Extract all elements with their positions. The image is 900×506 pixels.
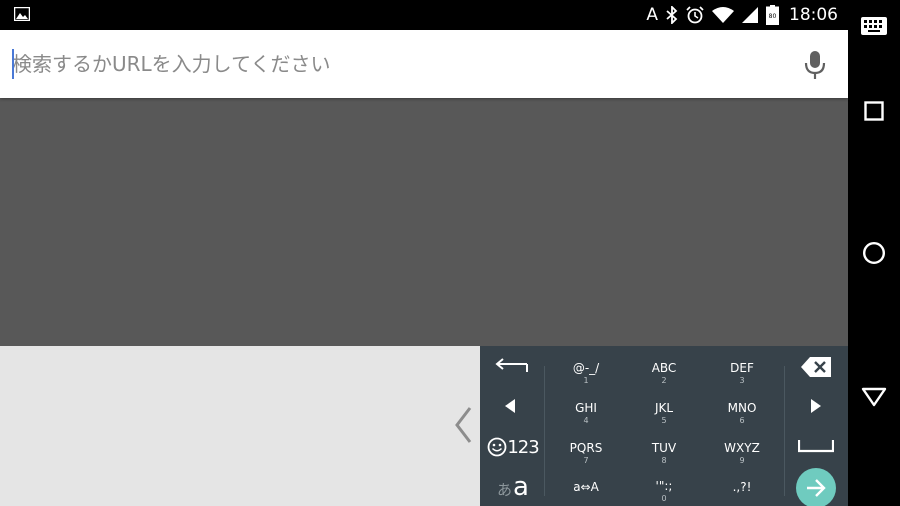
recents-icon [864,101,884,121]
key-1[interactable]: @-_/1 [546,358,626,388]
keyboard-switch-button[interactable] [848,12,900,40]
key-7[interactable]: PQRS 7 [546,438,626,468]
space-icon[interactable] [798,439,834,453]
key-0[interactable]: '":; 0 [624,476,704,506]
cursor-right-icon[interactable] [810,398,822,414]
image-icon [14,7,30,21]
page-content [0,98,848,346]
search-input[interactable] [12,48,782,80]
mode-kana-label: あ [497,481,513,499]
recents-button[interactable] [848,96,900,126]
emoji-key-label: 123 [507,436,539,458]
key-case-toggle[interactable]: a⇔A [546,474,626,500]
battery-level: 80 [769,13,777,20]
undo-arrow-icon[interactable] [494,358,528,374]
back-icon [861,387,887,407]
flick-keyboard: 123 あ a @-_/1 ABC 2 DEF 3 GHI 4 JKL 5 MNO 6 P… [480,346,848,506]
key-2[interactable]: ABC 2 [624,358,704,388]
status-icons: A 80 18:06 [646,0,838,30]
lower-panel [0,346,480,506]
arrow-right-icon [807,479,826,497]
key-punctuation[interactable]: .,?! [702,474,782,500]
cursor-left-icon[interactable] [504,398,516,414]
key-3[interactable]: DEF 3 [702,358,782,388]
home-icon [862,241,886,265]
search-bar [0,30,848,98]
mode-alpha-label: a [513,472,529,502]
keyboard-separator [784,366,785,496]
back-button[interactable] [848,382,900,412]
home-button[interactable] [848,238,900,268]
wifi-icon [712,7,734,23]
bluetooth-icon [666,6,678,24]
microphone-icon[interactable] [802,50,828,80]
keyboard-icon [861,17,887,35]
key-6[interactable]: MNO 6 [702,398,782,428]
alarm-icon [686,6,704,24]
clock: 18:06 [789,5,838,25]
keyboard-separator [544,366,545,496]
emoji-number-key[interactable]: 123 [486,432,540,462]
text-cursor [12,49,14,79]
key-9[interactable]: WXYZ 9 [702,438,782,468]
backspace-icon[interactable] [800,356,832,378]
signal-icon [742,7,758,23]
input-mode-key[interactable]: あ a [486,470,540,500]
key-4[interactable]: GHI 4 [546,398,626,428]
battery-icon: 80 [766,5,779,25]
collapse-keyboard-chevron-icon[interactable] [452,405,474,445]
emoji-icon [487,437,507,457]
ime-indicator: A [646,5,658,25]
navigation-bar [848,0,900,506]
key-8[interactable]: TUV 8 [624,438,704,468]
enter-button[interactable] [796,468,836,506]
key-5[interactable]: JKL 5 [624,398,704,428]
status-bar: A 80 18:06 [0,0,848,30]
